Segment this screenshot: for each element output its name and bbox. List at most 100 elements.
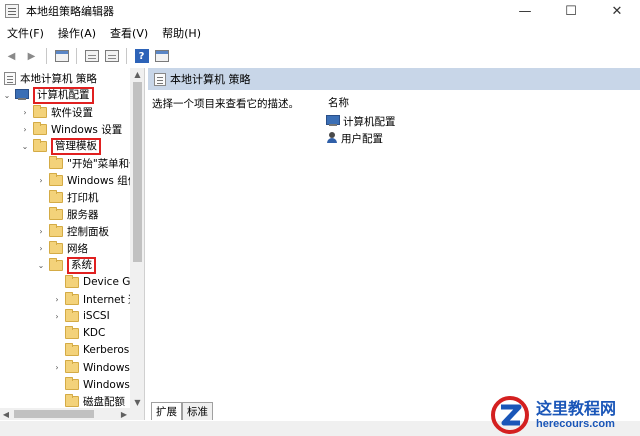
tree-node-windows-2[interactable]: Windows 时间服务 — [52, 376, 130, 392]
toolbar-separator — [46, 48, 47, 64]
collapse-chevron-icon[interactable]: › — [52, 362, 62, 372]
tree-node-kdc[interactable]: KDC — [52, 325, 105, 341]
tree-horizontal-scrollbar[interactable]: ◀ ▶ — [0, 408, 144, 420]
watermark: 这里教程网 herecours.com — [490, 393, 640, 436]
folder-icon — [65, 325, 79, 339]
tree-node-printers[interactable]: 打印机 — [36, 189, 99, 205]
folder-icon — [49, 189, 63, 203]
tree-node-start-menu[interactable]: "开始"菜单和任务栏 — [36, 155, 130, 171]
toolbar: ◀ ▶ ? — [0, 45, 640, 67]
tree-label: Kerberos — [83, 344, 130, 356]
list-item-user-config[interactable]: 用户配置 — [326, 130, 383, 146]
folder-icon — [65, 376, 79, 390]
forward-arrow-icon: ▶ — [27, 50, 36, 62]
menu-file[interactable]: 文件(F) — [0, 24, 51, 44]
collapse-chevron-icon[interactable]: › — [36, 243, 46, 253]
scrollbar-thumb[interactable] — [14, 410, 94, 418]
computer-icon — [15, 89, 29, 101]
watermark-title: 这里教程网 — [536, 399, 617, 418]
menu-action[interactable]: 操作(A) — [51, 24, 103, 44]
console-tree-pane: 本地计算机 策略 ⌄ 计算机配置 › 软件设置 › Windows 设置 ⌄ 管… — [0, 68, 145, 420]
collapse-chevron-icon[interactable]: › — [20, 124, 30, 134]
tree-node-internet-comm[interactable]: › Internet 通信管理 — [52, 291, 130, 307]
folder-icon — [65, 291, 79, 305]
tree-label: Windows 设置 — [51, 123, 123, 136]
menu-help[interactable]: 帮助(H) — [155, 24, 208, 44]
list-item-computer-config[interactable]: 计算机配置 — [326, 113, 396, 129]
expand-chevron-icon[interactable]: ⌄ — [20, 141, 30, 151]
tree-node-windows-settings[interactable]: › Windows 设置 — [20, 121, 122, 137]
filter-button[interactable] — [153, 48, 170, 65]
tree-node-disk-quota[interactable]: 磁盘配额 — [52, 393, 125, 409]
tree-vertical-scrollbar[interactable]: ▲ ▼ — [130, 68, 144, 408]
tree-node-windows-components[interactable]: › Windows 组件 — [36, 172, 130, 188]
export-list-icon — [104, 50, 119, 62]
expand-chevron-icon[interactable]: ⌄ — [2, 90, 12, 100]
scroll-left-arrow-icon[interactable]: ◀ — [0, 408, 12, 420]
tree-node-device-guard[interactable]: Device Guard — [52, 274, 130, 290]
tree-node-iscsi[interactable]: › iSCSI — [52, 308, 110, 324]
close-button[interactable]: ✕ — [594, 0, 640, 22]
back-button[interactable]: ◀ — [3, 48, 20, 65]
watermark-url: herecours.com — [536, 418, 615, 430]
scroll-down-arrow-icon[interactable]: ▼ — [130, 396, 144, 408]
tab-standard[interactable]: 标准 — [182, 402, 213, 420]
collapse-chevron-icon[interactable]: › — [52, 294, 62, 304]
scrollbar-thumb[interactable] — [133, 82, 142, 262]
collapse-chevron-icon[interactable]: › — [36, 175, 46, 185]
tree-node-local-policy[interactable]: 本地计算机 策略 — [2, 70, 97, 86]
folder-icon — [49, 240, 63, 254]
forward-button[interactable]: ▶ — [23, 48, 40, 65]
tab-extended[interactable]: 扩展 — [151, 402, 182, 420]
tree-label: 软件设置 — [51, 106, 93, 119]
folder-icon — [49, 257, 63, 271]
tree-label: "开始"菜单和任务栏 — [67, 157, 130, 170]
show-hide-console-tree-button[interactable] — [53, 48, 70, 65]
minimize-button[interactable]: — — [502, 0, 548, 22]
view-tabs: 扩展 标准 — [148, 402, 213, 420]
gpedit-app-icon — [5, 4, 19, 18]
tree-node-system[interactable]: ⌄ 系统 — [36, 256, 96, 274]
tree-label: 磁盘配额 — [83, 395, 125, 408]
list-item-label: 计算机配置 — [343, 115, 396, 128]
help-button[interactable]: ? — [133, 48, 150, 65]
tree-label: 打印机 — [67, 191, 99, 204]
menu-view[interactable]: 查看(V) — [103, 24, 155, 44]
tree-node-computer-config[interactable]: ⌄ 计算机配置 — [2, 86, 94, 104]
tree-label: 计算机配置 — [33, 86, 94, 104]
column-header-name[interactable]: 名称 — [328, 95, 349, 110]
folder-icon — [33, 138, 47, 152]
maximize-button[interactable]: ☐ — [548, 0, 594, 22]
window-title: 本地组策略编辑器 — [26, 5, 114, 18]
collapse-chevron-icon[interactable]: › — [20, 107, 30, 117]
collapse-chevron-icon[interactable]: › — [52, 311, 62, 321]
tree-node-kerberos[interactable]: Kerberos — [52, 342, 129, 358]
scroll-right-arrow-icon[interactable]: ▶ — [118, 408, 130, 420]
collapse-chevron-icon[interactable]: › — [36, 226, 46, 236]
scroll-up-arrow-icon[interactable]: ▲ — [130, 68, 144, 80]
folder-icon — [65, 342, 79, 356]
tree-node-admin-templates[interactable]: ⌄ 管理模板 — [20, 137, 101, 155]
list-item-label: 用户配置 — [341, 132, 383, 145]
tree-node-software-settings[interactable]: › 软件设置 — [20, 104, 93, 120]
tree-label: Windows 文件保护 — [83, 361, 130, 374]
tree-label: iSCSI — [83, 310, 110, 322]
tree-label: KDC — [83, 327, 106, 339]
folder-icon — [65, 393, 79, 407]
tree-label: 管理模板 — [51, 137, 101, 155]
folder-icon — [49, 155, 63, 169]
properties-button[interactable] — [83, 48, 100, 65]
expand-chevron-icon[interactable]: ⌄ — [36, 260, 46, 270]
help-icon: ? — [134, 49, 149, 63]
user-icon — [326, 132, 338, 144]
tree-node-network[interactable]: › 网络 — [36, 240, 88, 256]
window-controls: — ☐ ✕ — [502, 0, 640, 22]
tree-node-control-panel[interactable]: › 控制面板 — [36, 223, 109, 239]
tree-label: 控制面板 — [67, 225, 109, 238]
tree-node-servers[interactable]: 服务器 — [36, 206, 99, 222]
tree-node-windows-1[interactable]: › Windows 文件保护 — [52, 359, 130, 375]
export-list-button[interactable] — [103, 48, 120, 65]
folder-icon — [33, 104, 47, 118]
